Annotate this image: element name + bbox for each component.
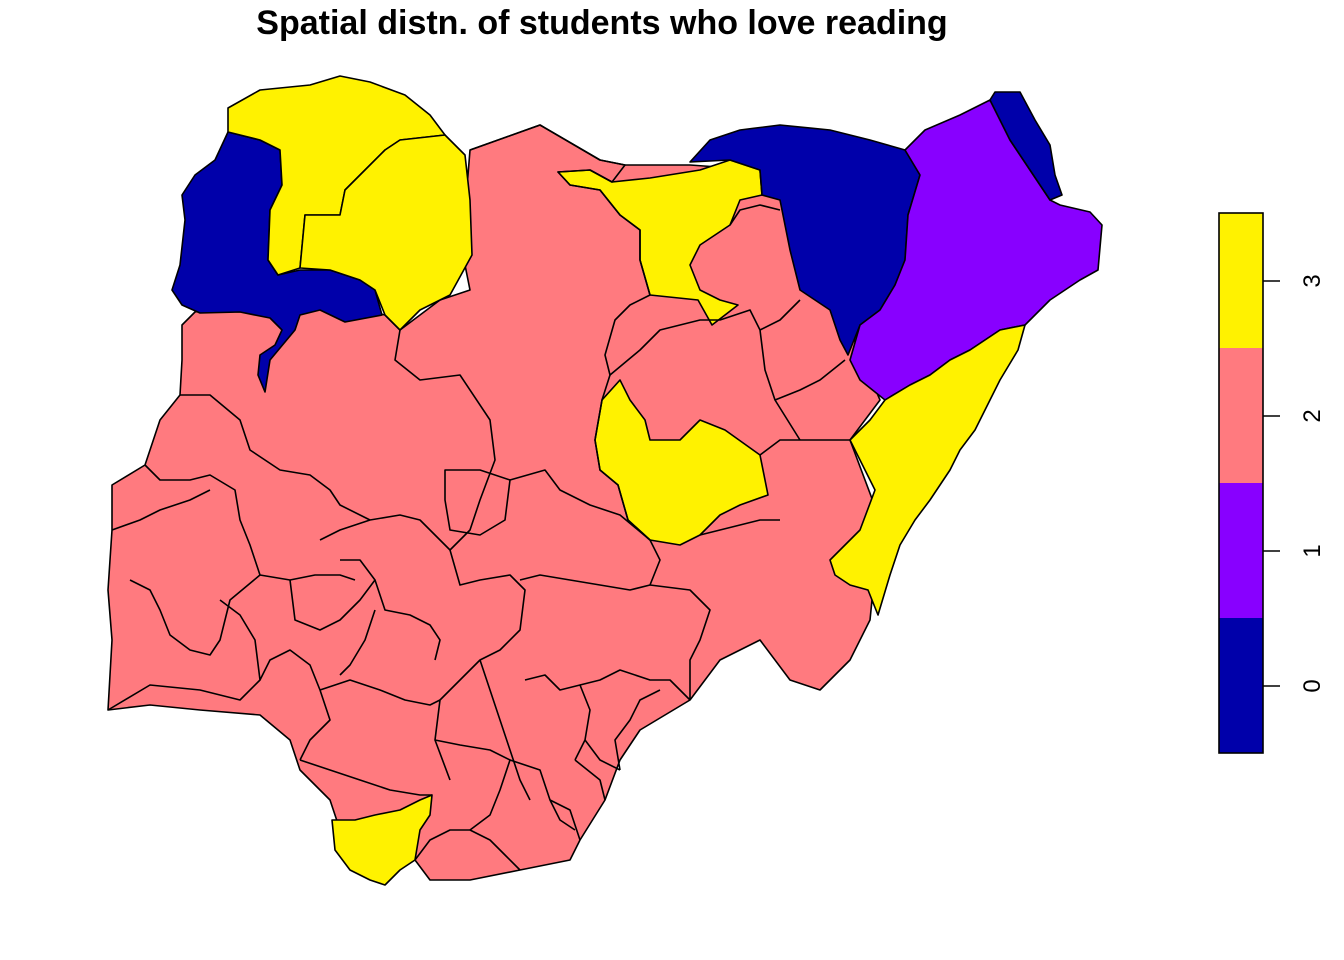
map-canvas: 0 1 2 3 bbox=[107, 75, 1326, 886]
legend-swatch-1 bbox=[1219, 483, 1263, 618]
legend-tick-label-1: 1 bbox=[1299, 544, 1326, 557]
legend-tick-label-2: 2 bbox=[1299, 409, 1326, 422]
legend-swatch-3 bbox=[1219, 213, 1263, 348]
legend-tick-label-3: 3 bbox=[1299, 274, 1326, 287]
legend: 0 1 2 3 bbox=[1218, 212, 1326, 754]
legend-tick-label-0: 0 bbox=[1299, 679, 1326, 692]
legend-swatch-2 bbox=[1219, 348, 1263, 483]
legend-swatch-0 bbox=[1219, 618, 1263, 753]
map-regions bbox=[107, 75, 1103, 886]
